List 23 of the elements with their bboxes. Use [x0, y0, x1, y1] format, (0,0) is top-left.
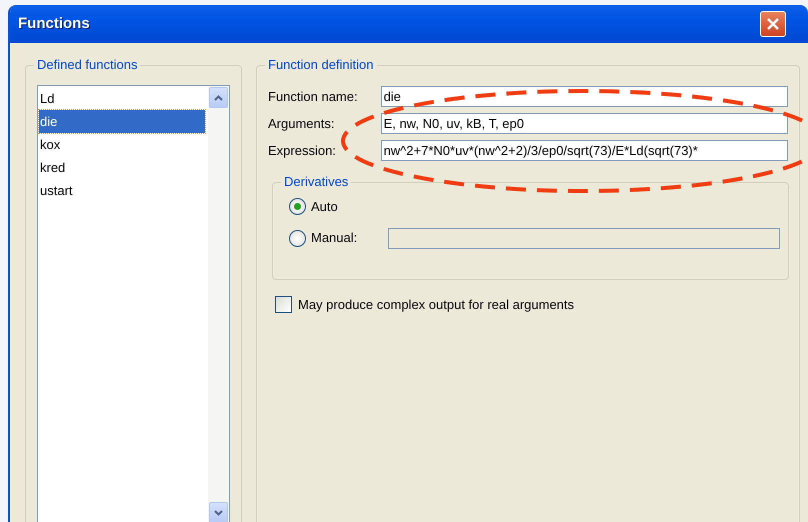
function-list[interactable]: Ld die kox kred ustart	[37, 85, 230, 522]
list-item[interactable]: kred	[39, 156, 205, 179]
radio-label: Auto	[311, 198, 338, 216]
scrollbar[interactable]	[208, 86, 229, 522]
scroll-down-button[interactable]	[209, 502, 228, 522]
radio-button[interactable]	[289, 230, 306, 246]
radio-button[interactable]	[289, 198, 306, 216]
text-field[interactable]: E, nw, N0, uv, kB, T, ep0	[380, 113, 788, 134]
window-title: Functions	[18, 14, 90, 34]
close-icon	[766, 17, 780, 31]
list-item[interactable]: die	[39, 110, 205, 133]
list-item[interactable]: kox	[39, 133, 205, 156]
checkbox-label: May produce complex output for real arguments	[298, 296, 574, 314]
text-field[interactable]: nw^2+7*N0*uv*(nw^2+2)/3/ep0/sqrt(73)/E*Ld(sqrt(73)*	[380, 140, 788, 161]
checkbox[interactable]	[275, 296, 292, 314]
list-item[interactable]: Ld	[39, 87, 205, 110]
scroll-up-button[interactable]	[209, 87, 228, 108]
field-label: Expression:	[268, 142, 337, 160]
list-item[interactable]: ustart	[39, 179, 205, 202]
close-button[interactable]	[760, 11, 786, 37]
field-label: Arguments:	[268, 114, 336, 133]
radio-label: Manual:	[311, 229, 358, 248]
field-label: Function name:	[268, 88, 359, 106]
